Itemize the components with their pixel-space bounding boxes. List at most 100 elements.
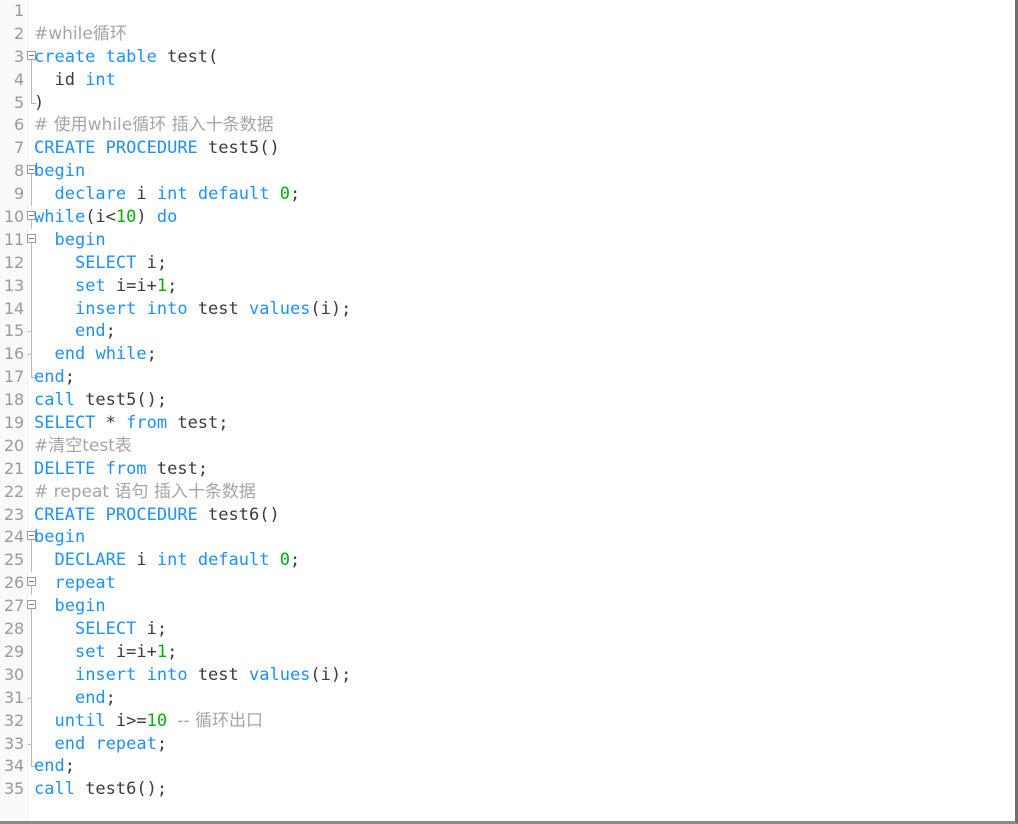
code-line[interactable]: 34 end; bbox=[0, 755, 1015, 778]
token-kw: table bbox=[105, 46, 157, 67]
code-line[interactable]: 25 DECLARE i int default 0; bbox=[0, 549, 1015, 573]
token-kw: CREATE bbox=[34, 138, 96, 159]
code-text: # 使用while循环 插入十条数据 bbox=[34, 114, 274, 137]
line-number: 9 bbox=[14, 184, 24, 204]
code-line[interactable]: 23 CREATE PROCEDURE test6() bbox=[0, 504, 1015, 527]
code-line[interactable]: 15 end; bbox=[0, 320, 1015, 344]
code-line[interactable]: 3 create table test( bbox=[0, 46, 1015, 69]
code-text: repeat bbox=[34, 572, 115, 595]
token-num: 1 bbox=[156, 641, 168, 662]
code-line[interactable]: 24 begin bbox=[0, 526, 1015, 550]
code-text: insert into test values(i); bbox=[34, 664, 351, 687]
line-number: 6 bbox=[14, 115, 24, 135]
line-number: 22 bbox=[4, 481, 24, 501]
line-number: 18 bbox=[4, 390, 24, 410]
code-line[interactable]: 32 until i>=10 -- 循环出口 bbox=[0, 709, 1015, 733]
code-line[interactable]: 19 SELECT * from test; bbox=[0, 412, 1015, 435]
code-line[interactable]: 1 bbox=[0, 0, 1015, 23]
token-plain: test6() bbox=[197, 504, 280, 525]
line-number: 26 bbox=[4, 573, 24, 593]
token-kw: DECLARE bbox=[54, 550, 127, 571]
line-number: 24 bbox=[4, 527, 24, 547]
code-line[interactable]: 21 DELETE from test; bbox=[0, 458, 1015, 481]
code-line[interactable]: 14 insert into test values(i); bbox=[0, 297, 1015, 321]
code-line[interactable]: 35 call test6(); bbox=[0, 778, 1015, 801]
code-text: DELETE from test; bbox=[34, 458, 208, 481]
code-line[interactable]: 6 # 使用while循环 插入十条数据 bbox=[0, 114, 1015, 137]
token-kw: end bbox=[74, 687, 106, 708]
token-kw: int bbox=[156, 184, 188, 205]
token-plain: test bbox=[187, 298, 249, 319]
code-line[interactable]: 17 end; bbox=[0, 366, 1015, 389]
line-number: 17 bbox=[4, 367, 24, 387]
token-plain: test5() bbox=[197, 138, 280, 159]
token-kw: PROCEDURE bbox=[105, 504, 198, 525]
code-line[interactable]: 18 call test5(); bbox=[0, 389, 1015, 412]
code-content-area[interactable]: 1 2 #while循环 3 create table test(4 id int 5) 6… bbox=[0, 0, 1015, 801]
code-text: end; bbox=[34, 320, 116, 343]
code-line[interactable]: 28 SELECT i; bbox=[0, 618, 1015, 641]
token-plain: ; bbox=[105, 321, 116, 342]
code-editor-window[interactable]: 1 2 #while循环 3 create table test(4 id int 5) 6… bbox=[0, 0, 1018, 824]
token-kw: end bbox=[34, 367, 65, 388]
token-plain: test; bbox=[167, 413, 229, 434]
token-kw: set bbox=[74, 641, 106, 662]
line-number: 25 bbox=[4, 550, 24, 570]
token-cmt: #while循环 bbox=[34, 23, 127, 44]
code-line[interactable]: 16 end while; bbox=[0, 343, 1015, 367]
code-text: # repeat 语句 插入十条数据 bbox=[34, 481, 256, 504]
token-plain: test( bbox=[156, 46, 219, 67]
token-plain: i; bbox=[136, 619, 168, 640]
code-line[interactable]: 8 begin bbox=[0, 160, 1015, 184]
token-kw: begin bbox=[54, 596, 106, 617]
code-text: ) bbox=[34, 92, 44, 115]
code-line[interactable]: 31 end; bbox=[0, 686, 1015, 710]
token-kw: into bbox=[146, 298, 188, 319]
line-number: 16 bbox=[4, 344, 24, 364]
code-line[interactable]: 4 id int bbox=[0, 68, 1015, 92]
token-kw: PROCEDURE bbox=[105, 138, 198, 159]
token-kw: from bbox=[105, 458, 147, 479]
line-number: 15 bbox=[4, 321, 24, 341]
code-text: end; bbox=[34, 687, 116, 710]
line-number: 12 bbox=[4, 252, 24, 272]
line-number: 7 bbox=[14, 138, 24, 158]
code-line[interactable]: 29 set i=i+1; bbox=[0, 640, 1015, 664]
line-number: 1 bbox=[14, 1, 24, 20]
line-number: 11 bbox=[4, 229, 24, 249]
token-plain: ; bbox=[64, 756, 75, 777]
code-line[interactable]: 7 CREATE PROCEDURE test5() bbox=[0, 137, 1015, 160]
code-line[interactable]: 20 #清空test表 bbox=[0, 435, 1015, 458]
token-kw: begin bbox=[34, 161, 86, 182]
code-line[interactable]: 5) bbox=[0, 91, 1015, 115]
code-text: end; bbox=[34, 755, 75, 778]
token-plain: ; bbox=[64, 367, 75, 388]
code-line[interactable]: 12 SELECT i; bbox=[0, 251, 1015, 275]
code-line[interactable]: 10 while(i<10) do bbox=[0, 206, 1015, 230]
code-line[interactable]: 30 insert into test values(i); bbox=[0, 663, 1015, 687]
line-number: 32 bbox=[4, 710, 24, 730]
token-plain: (i< bbox=[85, 207, 116, 228]
code-line[interactable]: 11 begin bbox=[0, 229, 1015, 252]
code-line[interactable]: 33 end repeat; bbox=[0, 732, 1015, 756]
code-line[interactable]: 13 set i=i+1; bbox=[0, 274, 1015, 298]
code-line[interactable]: 26 repeat bbox=[0, 572, 1015, 596]
code-text: begin bbox=[34, 160, 85, 183]
token-kw: insert bbox=[74, 664, 137, 685]
code-line[interactable]: 27 begin bbox=[0, 595, 1015, 619]
line-number: 4 bbox=[14, 69, 24, 89]
code-line[interactable]: 2 #while循环 bbox=[0, 23, 1015, 46]
code-line[interactable]: 22 # repeat 语句 插入十条数据 bbox=[0, 481, 1015, 504]
token-kw: do bbox=[156, 207, 178, 228]
code-line[interactable]: 9 declare i int default 0; bbox=[0, 183, 1015, 207]
